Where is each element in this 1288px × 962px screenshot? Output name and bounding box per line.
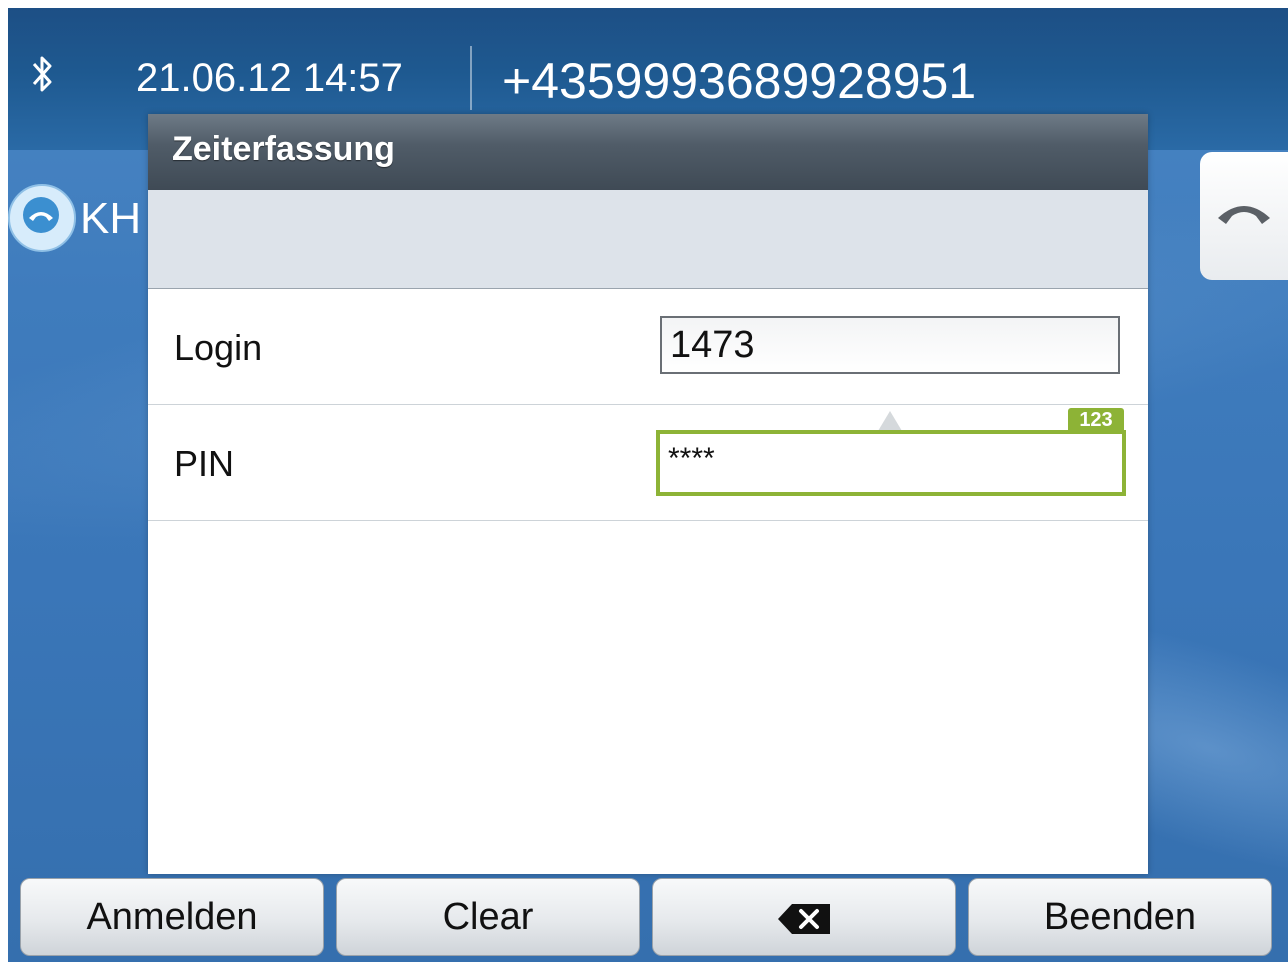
softkey-backspace[interactable] bbox=[652, 878, 956, 956]
line-label: KH bbox=[80, 194, 142, 243]
softkey-anmelden[interactable]: Anmelden bbox=[20, 878, 324, 956]
caller-phone-number: +4359993689928951 bbox=[502, 53, 977, 109]
line-button[interactable] bbox=[8, 184, 76, 252]
softkey-clear[interactable]: Clear bbox=[336, 878, 640, 956]
form-row-login[interactable]: Login 1473 bbox=[148, 289, 1148, 405]
handset-icon bbox=[1218, 206, 1270, 224]
status-datetime: 21.06.12 14:57 bbox=[136, 56, 403, 100]
handset-icon bbox=[23, 197, 59, 233]
pin-input[interactable]: **** bbox=[656, 430, 1126, 496]
login-label: Login bbox=[174, 327, 263, 368]
session-card[interactable] bbox=[1200, 152, 1288, 280]
dialog-title: Zeiterfassung bbox=[172, 130, 395, 168]
login-input[interactable]: 1473 bbox=[660, 316, 1120, 374]
softkey-beenden[interactable]: Beenden bbox=[968, 878, 1272, 956]
form-row-pin[interactable]: PIN 123 **** bbox=[148, 405, 1148, 521]
dialog-zeiterfassung: Zeiterfassung Login 1473 PIN 123 **** bbox=[148, 114, 1148, 874]
pin-label: PIN bbox=[174, 443, 235, 484]
cursor-marker-icon bbox=[878, 411, 902, 431]
dialog-title-bar: Zeiterfassung bbox=[148, 114, 1148, 190]
softkey-bar: Anmelden Clear Beenden bbox=[8, 870, 1288, 962]
dialog-subheader bbox=[148, 190, 1148, 289]
backspace-icon bbox=[778, 903, 830, 934]
bluetooth-icon bbox=[32, 56, 52, 92]
input-mode-badge: 123 bbox=[1068, 408, 1124, 432]
phone-screen: 21.06.12 14:57 +4359993689928951 KH Zeit… bbox=[8, 8, 1288, 962]
status-divider bbox=[470, 46, 472, 110]
